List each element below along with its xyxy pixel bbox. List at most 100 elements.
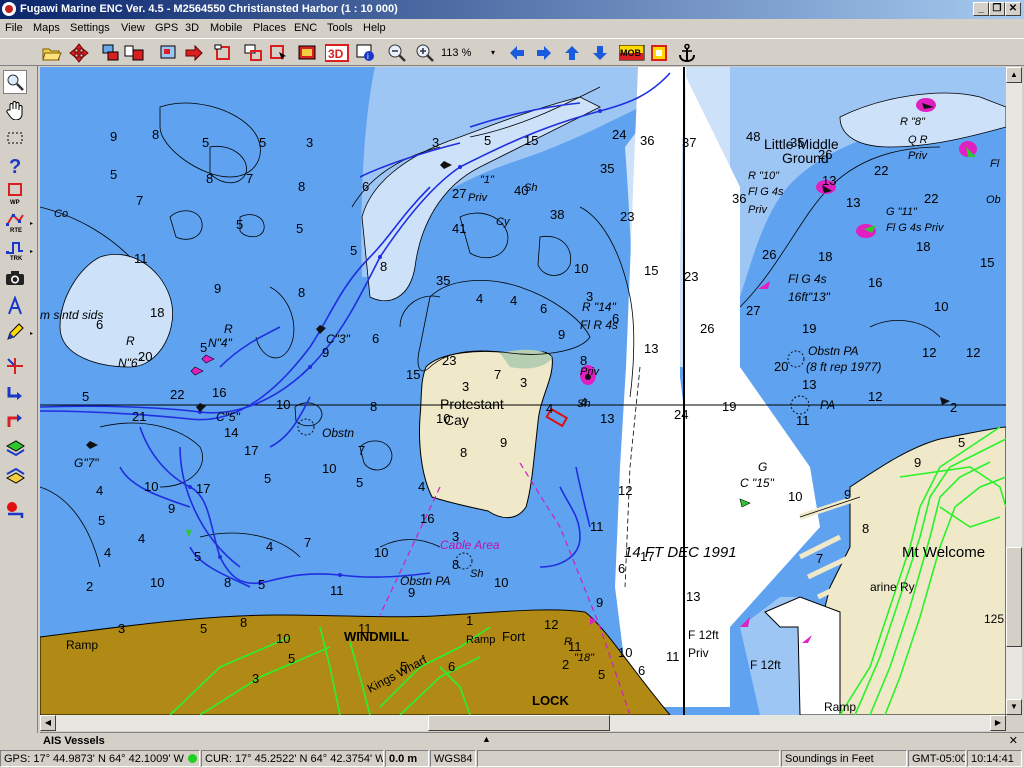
label-ground: Ground (782, 150, 829, 166)
menu-help[interactable]: Help (363, 22, 386, 34)
menu-tools[interactable]: Tools (327, 22, 353, 34)
record-track-icon[interactable] (3, 498, 27, 522)
route-dropdown-icon[interactable]: ▸ (30, 220, 33, 227)
depth-sounding: 17 (196, 481, 210, 496)
goto-icon[interactable] (3, 382, 27, 406)
scroll-down-button[interactable]: ▼ (1006, 699, 1022, 715)
label-buoy-g15-name: C "15" (740, 476, 775, 490)
menu-gps[interactable]: GPS (155, 22, 178, 34)
chart-info-2-icon[interactable]: i (355, 42, 377, 64)
chart-select-icon[interactable] (268, 42, 290, 64)
pan-right-icon[interactable] (533, 42, 555, 64)
svg-text:i: i (367, 52, 369, 61)
restore-button[interactable]: ❐ (989, 2, 1005, 16)
gps-status-icon (187, 754, 197, 763)
label-buoy-c3: C"3" (326, 332, 351, 346)
depth-sounding: 8 (460, 445, 467, 460)
ais-close-icon[interactable]: ✕ (1009, 734, 1018, 747)
zoom-level-select[interactable]: 113 % ▾ (441, 44, 497, 62)
open-folder-icon[interactable] (41, 42, 63, 64)
pan-down-icon[interactable] (589, 42, 611, 64)
depth-sounding: 5 (82, 389, 89, 404)
depth-sounding: 4 (476, 291, 483, 306)
depth-sounding: 8 (380, 259, 387, 274)
depth-sounding: 12 (544, 617, 558, 632)
anchor-icon[interactable] (676, 42, 698, 64)
zoom-in-icon[interactable] (414, 42, 436, 64)
cursor-position-icon[interactable] (3, 354, 27, 378)
route-icon[interactable]: RTE (3, 208, 27, 234)
depth-sounding: 5 (598, 667, 605, 682)
depth-sounding: 5 (98, 513, 105, 528)
zoom-out-icon[interactable] (386, 42, 408, 64)
depth-sounding: 12 (966, 345, 980, 360)
menu-settings[interactable]: Settings (70, 22, 110, 34)
select-rectangle-icon[interactable] (3, 126, 27, 150)
label-lock: LOCK (532, 693, 569, 708)
ais-expand-icon[interactable]: ▲ (482, 734, 491, 744)
chart-color-icon[interactable] (297, 42, 319, 64)
help-icon[interactable]: ? (3, 154, 27, 178)
layers-up-icon[interactable] (3, 464, 27, 488)
label-buoy-r14: R "14" (582, 300, 617, 314)
pan-up-icon[interactable] (561, 42, 583, 64)
cursor-position: CUR: 17° 45.2522' N 64° 42.3754' W (201, 750, 384, 767)
3d-view-icon[interactable]: 3D (325, 42, 349, 64)
depth-sounding: 24 (612, 127, 626, 142)
vertical-scroll-thumb[interactable] (1006, 547, 1022, 647)
depth-sounding: 7 (358, 443, 365, 458)
camera-icon[interactable] (3, 266, 27, 290)
depth-sounding: 10 (374, 545, 388, 560)
hand-icon[interactable] (3, 98, 27, 122)
track-dropdown-icon[interactable]: ▸ (30, 248, 33, 255)
window-title: Fugawi Marine ENC Ver. 4.5 - M2564550 Ch… (20, 3, 398, 15)
open-chart-icon[interactable] (123, 42, 145, 64)
pan-left-icon[interactable] (506, 42, 528, 64)
pan-arrows-icon[interactable] (68, 42, 90, 64)
menu-3d[interactable]: 3D (185, 22, 199, 34)
scroll-left-button[interactable]: ◀ (40, 715, 56, 731)
menu-mobile[interactable]: Mobile (210, 22, 242, 34)
label-buoy-r18-name: "18" (574, 652, 595, 664)
depth-sounding: 23 (620, 209, 634, 224)
navigate-route-icon[interactable] (3, 408, 27, 432)
scroll-right-button[interactable]: ▶ (990, 715, 1006, 731)
depth-sounding: 8 (240, 615, 247, 630)
minimize-button[interactable]: _ (973, 2, 989, 16)
label-buoy-g11-light: Fl G 4s Priv (886, 222, 945, 234)
magnifier-icon[interactable] (3, 70, 27, 94)
depth-sounding: 6 (540, 301, 547, 316)
pencil-icon[interactable] (3, 320, 27, 344)
svg-text:?: ? (9, 156, 21, 177)
nautical-chart-view[interactable]: 9855335152436374835262219578786274035233… (40, 67, 1006, 715)
close-button[interactable]: ✕ (1005, 2, 1021, 16)
app-icon[interactable] (2, 2, 16, 16)
vertical-scrollbar[interactable]: ▲ ▼ (1006, 67, 1022, 715)
depth-sounding: 3 (432, 135, 439, 150)
menu-view[interactable]: View (121, 22, 145, 34)
track-icon[interactable]: TRK (3, 236, 27, 262)
menu-enc[interactable]: ENC (294, 22, 317, 34)
horizontal-scrollbar[interactable]: ◀ ▶ (40, 715, 1006, 731)
horizontal-scroll-thumb[interactable] (428, 715, 610, 731)
label-ob-edge: Ob (986, 194, 1001, 206)
chart-frame-icon[interactable] (213, 42, 235, 64)
chart-info-icon[interactable] (158, 42, 180, 64)
man-overboard-button[interactable]: MOB (619, 42, 645, 64)
scroll-up-button[interactable]: ▲ (1006, 67, 1022, 83)
chart-overlap-icon[interactable] (243, 42, 265, 64)
mark-icon[interactable] (648, 42, 670, 64)
label-buoy-r8-light: Q R (908, 134, 928, 146)
chart-layers-icon[interactable] (100, 42, 122, 64)
menu-maps[interactable]: Maps (33, 22, 60, 34)
label-fort: Fort (502, 629, 526, 644)
next-chart-icon[interactable] (183, 42, 205, 64)
pencil-dropdown-icon[interactable]: ▸ (30, 330, 33, 337)
layers-down-icon[interactable] (3, 436, 27, 460)
waypoint-icon[interactable]: WP (3, 180, 27, 206)
depth-sounding: 13 (802, 377, 816, 392)
menu-places[interactable]: Places (253, 22, 286, 34)
menu-file[interactable]: File (5, 22, 23, 34)
text-tool-icon[interactable] (3, 294, 27, 318)
soundings-units: Soundings in Feet (781, 750, 907, 767)
